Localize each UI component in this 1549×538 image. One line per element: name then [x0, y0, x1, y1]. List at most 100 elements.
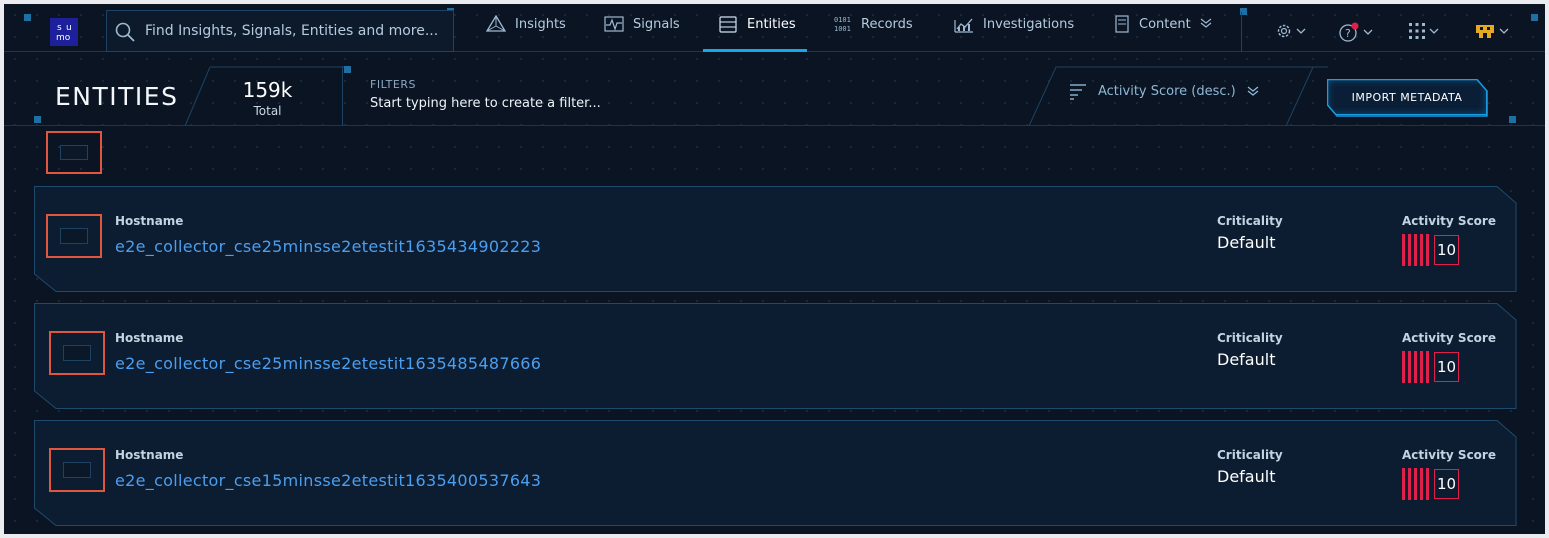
- checkbox-box: [60, 228, 88, 244]
- hostname-label: Hostname: [115, 331, 184, 345]
- score-bar: [1408, 234, 1411, 266]
- criticality-label: Criticality: [1217, 214, 1283, 228]
- page-header: ENTITIES 159k Total FILTERS Start typing…: [4, 52, 1545, 127]
- app-window: s u mo Find Insights, Signals, Entities …: [4, 4, 1545, 534]
- filters-label: FILTERS: [370, 78, 416, 91]
- records-icon: 0101 1001: [834, 16, 851, 33]
- tab-label: Insights: [515, 17, 566, 32]
- score-bar: [1402, 234, 1405, 266]
- sort-dropdown[interactable]: Activity Score (desc.): [1068, 82, 1260, 100]
- nav-divider: [1241, 12, 1242, 52]
- tab-signals[interactable]: Signals: [604, 14, 680, 52]
- criticality-label: Criticality: [1217, 331, 1283, 345]
- tab-content[interactable]: Content: [1114, 14, 1212, 52]
- tab-label: Signals: [633, 17, 680, 32]
- entity-row[interactable]: Hostname e2e_collector_cse25minsse2etest…: [34, 186, 1517, 292]
- global-search[interactable]: Find Insights, Signals, Entities and mor…: [106, 10, 454, 52]
- total-count: 159k: [242, 78, 293, 102]
- tab-label: Entities: [747, 17, 796, 32]
- total-count-panel: 159k Total: [190, 66, 322, 126]
- entity-row[interactable]: Hostname e2e_collector_cse25minsse2etest…: [34, 303, 1517, 409]
- tab-label: Records: [861, 17, 913, 32]
- import-button-outline: [1327, 79, 1488, 117]
- corner-mark: [1531, 14, 1538, 21]
- activity-score: 10: [1402, 234, 1459, 266]
- chevron-down-icon: [1429, 28, 1439, 34]
- content-icon: [1115, 15, 1129, 33]
- score-value: 10: [1434, 469, 1459, 499]
- criticality-value: Default: [1217, 467, 1276, 486]
- svg-text:?: ?: [1345, 27, 1351, 40]
- tab-label: Investigations: [983, 17, 1075, 32]
- score-bar: [1426, 468, 1429, 500]
- grid-icon: [1409, 23, 1425, 39]
- entities-icon: [719, 16, 737, 33]
- score-bar: [1420, 468, 1423, 500]
- score-bar: [1402, 351, 1405, 383]
- activity-score-label: Activity Score: [1402, 331, 1496, 345]
- activity-score-label: Activity Score: [1402, 214, 1496, 228]
- svg-text:mo: mo: [56, 33, 71, 43]
- tab-investigations[interactable]: Investigations: [954, 14, 1074, 52]
- corner-mark: [1509, 116, 1516, 123]
- sumo-logo[interactable]: s u mo: [50, 18, 78, 46]
- score-bar: [1420, 351, 1423, 383]
- corner-mark: [24, 14, 31, 21]
- chevron-down-icon: [1247, 86, 1259, 96]
- help-menu[interactable]: ?: [1338, 22, 1373, 42]
- total-label: Total: [253, 104, 282, 118]
- user-menu[interactable]: [1474, 22, 1509, 40]
- score-bar: [1402, 468, 1405, 500]
- filter-input[interactable]: FILTERS Start typing here to create a fi…: [342, 66, 1042, 126]
- score-bar: [1420, 234, 1423, 266]
- criticality-value: Default: [1217, 350, 1276, 369]
- select-all-checkbox[interactable]: [46, 131, 102, 174]
- apps-menu[interactable]: [1408, 22, 1439, 40]
- investigations-icon: [954, 18, 973, 33]
- row-checkbox[interactable]: [49, 448, 105, 492]
- help-icon: ?: [1339, 22, 1359, 42]
- chevron-down-icon: [1499, 28, 1509, 34]
- score-bar: [1408, 468, 1411, 500]
- activity-score: 10: [1402, 468, 1459, 500]
- svg-text:1001: 1001: [834, 25, 851, 33]
- activity-score-label: Activity Score: [1402, 448, 1496, 462]
- corner-mark: [34, 116, 41, 123]
- criticality-label: Criticality: [1217, 448, 1283, 462]
- criticality-value: Default: [1217, 233, 1276, 252]
- tab-records[interactable]: 0101 1001 Records: [834, 14, 913, 52]
- entity-row[interactable]: Hostname e2e_collector_cse15minsse2etest…: [34, 420, 1517, 526]
- chevron-down-icon: [1296, 28, 1306, 34]
- score-bar: [1426, 351, 1429, 383]
- top-navigation: s u mo Find Insights, Signals, Entities …: [4, 4, 1545, 52]
- chevron-down-icon: [1363, 29, 1373, 35]
- settings-menu[interactable]: [1275, 22, 1306, 40]
- score-bar: [1414, 234, 1417, 266]
- avatar-icon: [1476, 25, 1494, 38]
- hostname-label: Hostname: [115, 448, 184, 462]
- tab-entities[interactable]: Entities: [703, 14, 807, 52]
- svg-text:u: u: [66, 23, 72, 33]
- tab-label: Content: [1139, 17, 1191, 32]
- row-checkbox[interactable]: [46, 214, 102, 258]
- score-bar: [1414, 468, 1417, 500]
- svg-text:0101: 0101: [834, 16, 851, 24]
- tab-insights[interactable]: Insights: [486, 14, 566, 52]
- chevron-down-icon: [1200, 18, 1212, 28]
- hostname-label: Hostname: [115, 214, 184, 228]
- checkbox-box: [60, 145, 88, 160]
- score-value: 10: [1434, 352, 1459, 382]
- svg-text:s: s: [57, 23, 62, 33]
- insights-icon: [486, 15, 506, 32]
- hostname-link[interactable]: e2e_collector_cse15minsse2etestit1635400…: [115, 471, 541, 490]
- hostname-link[interactable]: e2e_collector_cse25minsse2etestit1635485…: [115, 354, 541, 373]
- filters-placeholder: Start typing here to create a filter...: [370, 96, 601, 111]
- signals-icon: [604, 16, 624, 32]
- score-value: 10: [1434, 235, 1459, 265]
- score-bar: [1414, 351, 1417, 383]
- activity-score: 10: [1402, 351, 1459, 383]
- row-checkbox[interactable]: [49, 331, 105, 375]
- checkbox-box: [63, 345, 91, 361]
- hostname-link[interactable]: e2e_collector_cse25minsse2etestit1635434…: [115, 237, 541, 256]
- page-title: ENTITIES: [55, 82, 179, 111]
